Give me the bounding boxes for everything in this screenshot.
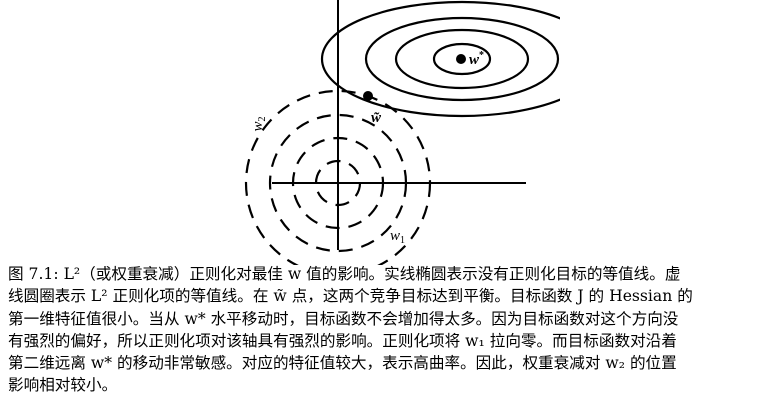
optimum-point	[456, 54, 466, 64]
caption-label: 图 7.1:	[8, 265, 59, 283]
svg-text:w2: w2	[250, 116, 268, 131]
figure-caption: 图 7.1: L²（或权重衰减）正则化对最佳 w 值的影响。实线椭圆表示没有正则…	[8, 263, 778, 397]
caption-line: 有强烈的偏好，所以正则化项对该轴具有强烈的影响。正则化项将 w₁ 拉向零。而目标…	[8, 331, 677, 350]
caption-line: 第一维特征值很小。当从 w* 水平移动时，目标函数不会增加得太多。因为目标函数对…	[8, 309, 679, 328]
caption-line: 第二维远离 w* 的移动非常敏感。对应的特征值较大，表示高曲率。因此，权重衰减对…	[8, 354, 677, 373]
equilibrium-point	[363, 91, 373, 101]
caption-line: 图 7.1: L²（或权重衰减）正则化对最佳 w 值的影响。实线椭圆表示没有正则…	[8, 265, 681, 283]
y-axis-label: w2	[250, 116, 268, 131]
caption-line: 线圆圈表示 L² 正则化项的等值线。在 w̃ 点，这两个竞争目标达到平衡。目标函…	[8, 287, 693, 306]
figure-l2-regularization: w* w̃ w1 w2	[244, 0, 560, 265]
optimum-label: w*	[469, 50, 484, 68]
equilibrium-label: w̃	[371, 110, 382, 126]
x-axis-label: w1	[390, 228, 405, 246]
caption-line: 影响相对较小。	[8, 376, 118, 395]
